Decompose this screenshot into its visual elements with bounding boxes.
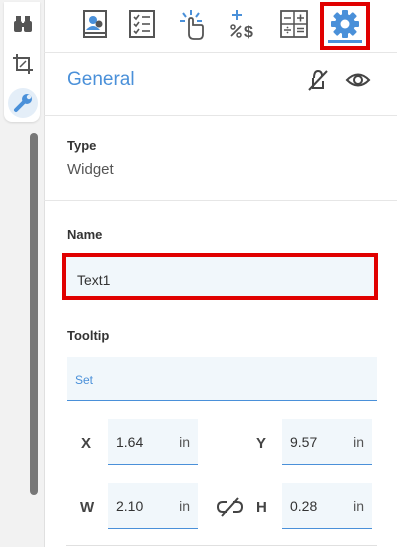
- unlinked-chain-icon[interactable]: [216, 496, 244, 518]
- x-value: 1.64: [116, 434, 144, 450]
- svg-text:$: $: [244, 24, 253, 40]
- eye-icon[interactable]: [345, 68, 371, 92]
- type-label: Type: [67, 138, 97, 153]
- y-input[interactable]: 9.57 in: [282, 419, 372, 465]
- tab-calculate[interactable]: $: [226, 6, 260, 44]
- left-scrollbar[interactable]: [30, 133, 38, 495]
- properties-panel: $ General Type Widget Name Text1 Tooltip…: [44, 0, 397, 547]
- rail-tool-group: [4, 2, 40, 122]
- tab-tap-action[interactable]: [176, 6, 210, 44]
- w-unit: in: [179, 498, 190, 514]
- tab-checklist[interactable]: [125, 6, 159, 44]
- gear-icon: [331, 10, 359, 38]
- wrench-icon[interactable]: [8, 88, 38, 118]
- name-input[interactable]: Text1: [62, 253, 378, 300]
- title-divider: [44, 115, 397, 116]
- left-tool-rail: [0, 0, 44, 547]
- h-input[interactable]: 0.28 in: [282, 483, 372, 529]
- tooltip-placeholder: Set: [75, 373, 94, 387]
- x-unit: in: [179, 434, 190, 450]
- bottom-divider: [66, 545, 377, 546]
- tap-action-icon: [180, 10, 204, 40]
- format-grid-icon: [280, 10, 308, 38]
- tab-document-user[interactable]: [78, 6, 112, 44]
- y-value: 9.57: [290, 434, 318, 450]
- tooltip-label: Tooltip: [67, 328, 110, 343]
- binoculars-icon[interactable]: [12, 14, 34, 36]
- w-value: 2.10: [116, 498, 144, 514]
- x-input[interactable]: 1.64 in: [108, 419, 198, 465]
- tooltip-input[interactable]: Set: [67, 357, 377, 401]
- w-label: W: [80, 499, 95, 516]
- checklist-icon: [129, 10, 155, 38]
- active-tab-indicator: [328, 40, 362, 43]
- panel-divider: [44, 0, 45, 547]
- x-label: X: [81, 435, 92, 452]
- h-label: H: [256, 499, 267, 516]
- name-input-value: Text1: [77, 272, 111, 288]
- h-value: 0.28: [290, 498, 318, 514]
- type-divider: [44, 200, 397, 201]
- h-unit: in: [353, 498, 364, 514]
- crop-frame-icon[interactable]: [12, 53, 34, 75]
- section-title: General: [67, 69, 135, 90]
- lock-toggle-off-icon[interactable]: [306, 68, 330, 92]
- tabs-divider: [44, 52, 397, 53]
- tab-settings[interactable]: [320, 2, 370, 50]
- calculate-icon: $: [230, 10, 253, 40]
- type-value: Widget: [67, 161, 114, 178]
- y-unit: in: [353, 434, 364, 450]
- y-label: Y: [256, 435, 267, 452]
- tab-format-grid[interactable]: [277, 6, 311, 44]
- name-label: Name: [67, 227, 103, 242]
- document-user-icon: [83, 10, 107, 38]
- w-input[interactable]: 2.10 in: [108, 483, 198, 529]
